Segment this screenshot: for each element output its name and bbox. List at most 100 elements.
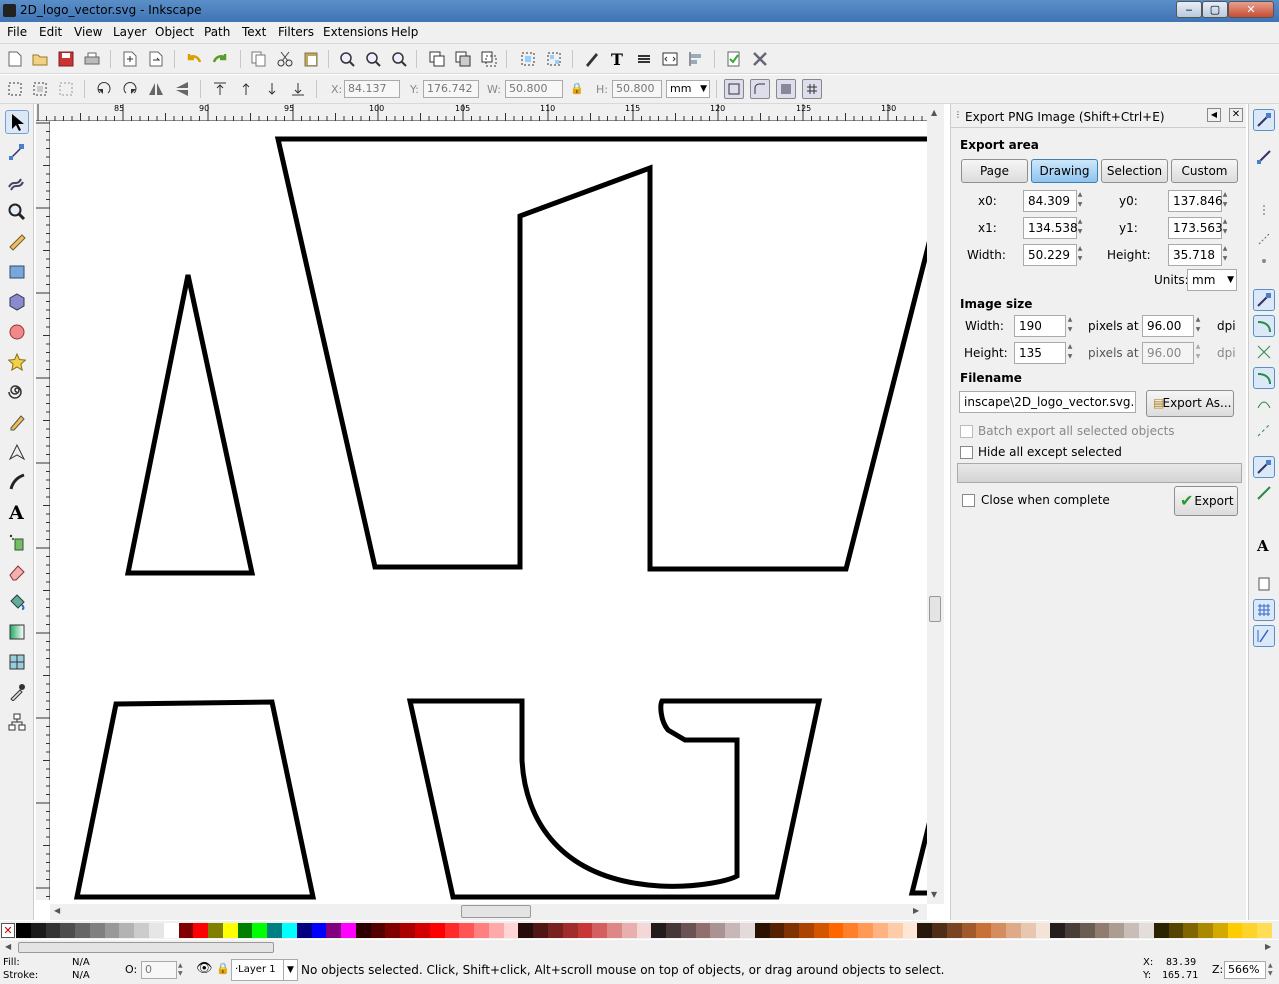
color-swatch[interactable]: [503, 923, 519, 938]
color-swatch[interactable]: [1065, 923, 1081, 938]
node-tool-icon[interactable]: [5, 140, 29, 164]
new-document-icon[interactable]: [5, 49, 25, 69]
open-icon[interactable]: [30, 49, 50, 69]
color-swatch[interactable]: [666, 923, 682, 938]
snap-text-baseline-icon[interactable]: A: [1253, 534, 1275, 556]
units-select[interactable]: mm ▼: [1187, 269, 1237, 291]
connector-tool-icon[interactable]: [5, 710, 29, 734]
paint-bucket-tool-icon[interactable]: [5, 590, 29, 614]
snap-smooth-nodes-icon[interactable]: [1253, 393, 1275, 415]
close-button[interactable]: ✕: [1228, 1, 1274, 18]
rotate-ccw-icon[interactable]: [94, 79, 114, 99]
spiral-tool-icon[interactable]: [5, 380, 29, 404]
scale-stroke-icon[interactable]: [724, 79, 744, 99]
color-swatch[interactable]: [799, 923, 815, 938]
clone-icon[interactable]: [453, 49, 473, 69]
zoom-drawing-icon[interactable]: [363, 49, 383, 69]
vertical-scrollbar[interactable]: ▲ ▼: [927, 104, 944, 904]
color-swatch[interactable]: [75, 923, 91, 938]
layer-lock-icon[interactable]: 🔒: [216, 962, 230, 975]
fill-value[interactable]: N/A: [72, 957, 90, 968]
menu-edit[interactable]: Edit: [39, 25, 62, 39]
y0-spinner[interactable]: ▲ ▼: [1220, 190, 1230, 212]
color-swatch[interactable]: [311, 923, 327, 938]
flip-horizontal-icon[interactable]: [146, 79, 166, 99]
color-swatch[interactable]: [163, 923, 179, 938]
color-swatch[interactable]: [813, 923, 829, 938]
height-field[interactable]: 35.718: [1168, 244, 1222, 266]
palette-scroll-thumb[interactable]: [18, 942, 274, 953]
snap-enable-icon[interactable]: [1253, 109, 1275, 131]
color-swatch[interactable]: [267, 923, 283, 938]
color-swatch[interactable]: [148, 923, 164, 938]
snap-page-border-icon[interactable]: [1253, 573, 1275, 595]
color-swatch[interactable]: [784, 923, 800, 938]
color-swatch[interactable]: [651, 923, 667, 938]
selector-tool-icon[interactable]: [5, 110, 29, 134]
snap-bbox-corner-icon[interactable]: [1253, 228, 1275, 250]
color-swatch[interactable]: [1094, 923, 1110, 938]
x1-spinner[interactable]: ▲ ▼: [1075, 217, 1085, 239]
copy-icon[interactable]: [249, 49, 269, 69]
image-height-spinner[interactable]: ▲ ▼: [1065, 342, 1075, 364]
eraser-tool-icon[interactable]: [5, 560, 29, 584]
fill-stroke-icon[interactable]: [582, 49, 602, 69]
calligraphy-tool-icon[interactable]: [5, 470, 29, 494]
color-swatch[interactable]: [281, 923, 297, 938]
color-swatch[interactable]: [1212, 923, 1228, 938]
color-swatch[interactable]: [577, 923, 593, 938]
export-button[interactable]: ✔ Export: [1174, 486, 1238, 516]
hide-except-selected-checkbox[interactable]: [960, 446, 973, 459]
snap-rotation-center-icon[interactable]: [1253, 482, 1275, 504]
3d-box-tool-icon[interactable]: [5, 290, 29, 314]
color-swatch[interactable]: [134, 923, 150, 938]
w-field[interactable]: 50.800: [505, 80, 563, 98]
drawing-canvas[interactable]: [50, 121, 927, 900]
palette-scroll-right-icon[interactable]: ▶: [1265, 942, 1271, 951]
transform-gradients-icon[interactable]: [776, 79, 796, 99]
scroll-left-icon[interactable]: ◀: [54, 906, 60, 915]
dpi-x-field[interactable]: 96.00: [1142, 315, 1194, 337]
color-swatch[interactable]: [488, 923, 504, 938]
scroll-up-icon[interactable]: ▲: [931, 108, 937, 117]
color-swatch[interactable]: [341, 923, 357, 938]
snap-cusp-nodes-icon[interactable]: [1253, 367, 1275, 389]
select-all-icon[interactable]: [5, 79, 25, 99]
color-swatch[interactable]: [429, 923, 445, 938]
area-selection-button[interactable]: Selection: [1101, 159, 1168, 183]
redo-icon[interactable]: [210, 49, 230, 69]
zoom-tool-icon[interactable]: [5, 200, 29, 224]
opacity-field[interactable]: 0: [141, 961, 177, 979]
lower-to-bottom-icon[interactable]: [288, 79, 308, 99]
image-height-field[interactable]: 135: [1014, 342, 1066, 364]
color-swatch[interactable]: [932, 923, 948, 938]
x0-spinner[interactable]: ▲ ▼: [1075, 190, 1085, 212]
color-swatch[interactable]: [119, 923, 135, 938]
dialog-iconify-icon[interactable]: ◀: [1207, 108, 1221, 122]
text-tool-icon[interactable]: A: [5, 500, 29, 524]
color-swatch[interactable]: [355, 923, 371, 938]
color-swatch[interactable]: [444, 923, 460, 938]
color-swatch[interactable]: [695, 923, 711, 938]
minimize-button[interactable]: ‒: [1176, 1, 1202, 18]
area-page-button[interactable]: Page: [961, 159, 1028, 183]
color-swatch[interactable]: [636, 923, 652, 938]
select-all-layers-icon[interactable]: [30, 79, 50, 99]
color-swatch[interactable]: [828, 923, 844, 938]
color-swatch[interactable]: [680, 923, 696, 938]
color-swatch[interactable]: [1079, 923, 1095, 938]
color-swatch[interactable]: [1020, 923, 1036, 938]
measure-tool-icon[interactable]: [5, 230, 29, 254]
color-swatch[interactable]: [208, 923, 224, 938]
zoom-selection-icon[interactable]: [337, 49, 357, 69]
color-swatch[interactable]: [1153, 923, 1169, 938]
menu-filters[interactable]: Filters: [278, 25, 314, 39]
dropper-tool-icon[interactable]: [5, 680, 29, 704]
menu-file[interactable]: File: [7, 25, 27, 39]
color-swatch[interactable]: [474, 923, 490, 938]
menu-extensions[interactable]: Extensions: [323, 25, 388, 39]
color-swatch[interactable]: [843, 923, 859, 938]
snap-bbox-midpoint-icon[interactable]: [1253, 250, 1275, 272]
color-swatch[interactable]: [518, 923, 534, 938]
color-swatch[interactable]: [193, 923, 209, 938]
